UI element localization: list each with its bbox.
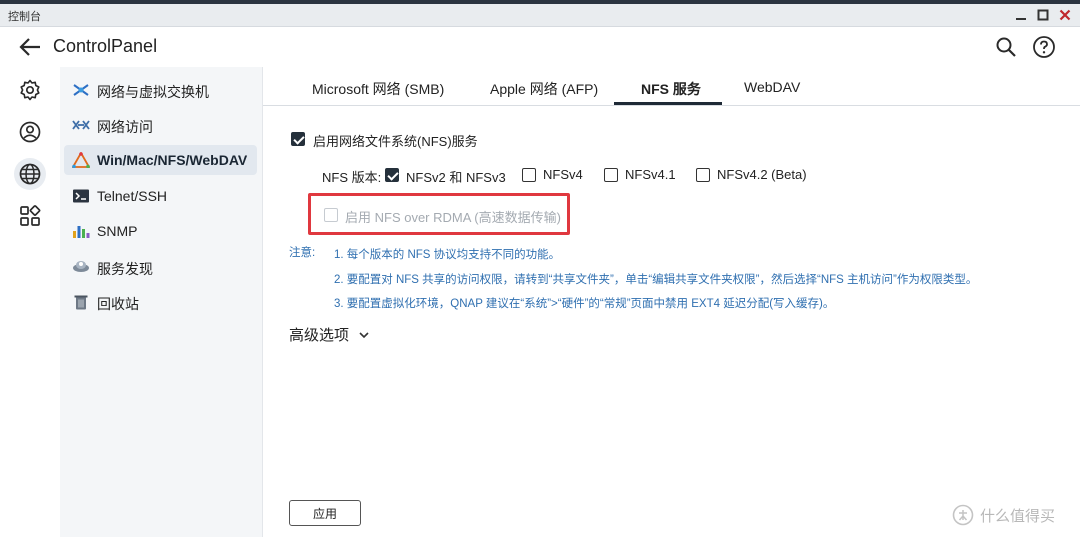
tab-webdav[interactable]: WebDAV <box>744 79 800 95</box>
gear-icon <box>20 79 40 101</box>
trash-icon <box>72 294 90 310</box>
rdma-checkbox[interactable] <box>324 208 338 222</box>
file-protocol-icon <box>71 151 91 169</box>
rdma-label: 启用 NFS over RDMA (高速数据传输) <box>345 210 561 225</box>
minimize-icon <box>1016 18 1026 20</box>
note-heading: 注意: <box>289 247 316 259</box>
advanced-options-toggle[interactable]: 高级选项 <box>289 324 349 345</box>
enable-nfs-checkbox[interactable] <box>291 132 305 146</box>
nfsv4-2-checkbox[interactable] <box>696 168 710 182</box>
sidebar-item-label: 回收站 <box>97 296 139 312</box>
help-icon[interactable] <box>1032 35 1056 59</box>
active-tab-indicator <box>614 102 722 105</box>
app-header: ControlPanel <box>0 27 1080 67</box>
nfsv4-label: NFSv4 <box>543 167 583 182</box>
sidebar-item-label: 网络访问 <box>97 119 153 135</box>
nfsv2-v3-label: NFSv2 和 NFSv3 <box>406 170 506 185</box>
sidebar-item-service-discovery[interactable]: 服务发现 <box>64 252 257 282</box>
watermark-logo-icon <box>952 504 974 526</box>
sidebar-item-label: Telnet/SSH <box>97 188 168 204</box>
apply-button[interactable]: 应用 <box>289 500 361 526</box>
sidebar-item-telnet-ssh[interactable]: Telnet/SSH <box>64 181 257 211</box>
maximize-button[interactable] <box>1034 6 1052 24</box>
back-arrow-icon[interactable] <box>18 36 42 58</box>
sidebar-item-label: Win/Mac/NFS/WebDAV <box>97 152 248 168</box>
sidebar-item-label: 服务发现 <box>97 261 153 277</box>
network-access-icon <box>72 117 90 133</box>
note-line-1: 1. 每个版本的 NFS 协议均支持不同的功能。 <box>334 249 561 261</box>
minimize-button[interactable] <box>1012 6 1030 24</box>
tab-nfs[interactable]: NFS 服务 <box>641 79 701 99</box>
nfsv4-1-label: NFSv4.1 <box>625 167 676 182</box>
close-icon <box>1059 9 1071 21</box>
nfsv2-v3-checkbox[interactable] <box>385 168 399 182</box>
sidebar-item-network-vswitch[interactable]: 网络与虚拟交换机 <box>64 75 257 105</box>
sidebar-item-network-access[interactable]: 网络访问 <box>64 110 257 140</box>
nfsv4-checkbox[interactable] <box>522 168 536 182</box>
apps-grid-icon <box>20 205 41 226</box>
note-line-2: 2. 要配置对 NFS 共享的访问权限，请转到“共享文件夹”，单击“编辑共享文件… <box>334 274 978 286</box>
globe-icon <box>19 163 41 185</box>
tab-afp[interactable]: Apple 网络 (AFP) <box>490 79 598 99</box>
maximize-icon <box>1037 9 1049 21</box>
sidebar-item-snmp[interactable]: SNMP <box>64 216 257 246</box>
rail-system[interactable] <box>14 74 46 106</box>
rail-apps[interactable] <box>14 200 46 232</box>
sidebar-item-label: 网络与虚拟交换机 <box>97 84 209 100</box>
service-discovery-icon <box>72 259 90 275</box>
user-icon <box>19 121 41 143</box>
terminal-icon <box>72 188 90 204</box>
chevron-down-icon[interactable] <box>357 328 371 340</box>
title-bar: 控制台 <box>0 4 1080 27</box>
search-icon[interactable] <box>994 35 1018 59</box>
close-button[interactable] <box>1056 6 1074 24</box>
rail-users[interactable] <box>14 116 46 148</box>
nfsv4-1-checkbox[interactable] <box>604 168 618 182</box>
note-line-3: 3. 要配置虚拟化环境，QNAP 建议在“系统”>“硬件”的“常规”页面中禁用 … <box>334 298 835 310</box>
bar-chart-icon <box>72 223 90 239</box>
category-rail <box>0 67 60 537</box>
watermark-text: 什么值得买 <box>980 508 1056 525</box>
rail-network[interactable] <box>14 158 46 190</box>
tab-bar: Microsoft 网络 (SMB) Apple 网络 (AFP) NFS 服务… <box>263 67 1080 106</box>
enable-nfs-label: 启用网络文件系统(NFS)服务 <box>313 134 478 149</box>
nfsv4-2-label: NFSv4.2 (Beta) <box>717 167 807 182</box>
nfs-version-label: NFS 版本: <box>322 170 382 185</box>
tab-smb[interactable]: Microsoft 网络 (SMB) <box>312 79 444 99</box>
sidebar-item-label: SNMP <box>97 223 138 239</box>
network-switch-icon <box>72 82 90 98</box>
sidebar-item-win-mac-nfs-webdav[interactable]: Win/Mac/NFS/WebDAV <box>64 145 257 175</box>
sidebar: 网络与虚拟交换机 网络访问 Win/Mac/NFS/WebDAV Telnet/… <box>60 67 263 537</box>
sidebar-item-recycle-bin[interactable]: 回收站 <box>64 287 257 317</box>
window-title: 控制台 <box>8 11 41 23</box>
app-title: ControlPanel <box>53 36 158 56</box>
